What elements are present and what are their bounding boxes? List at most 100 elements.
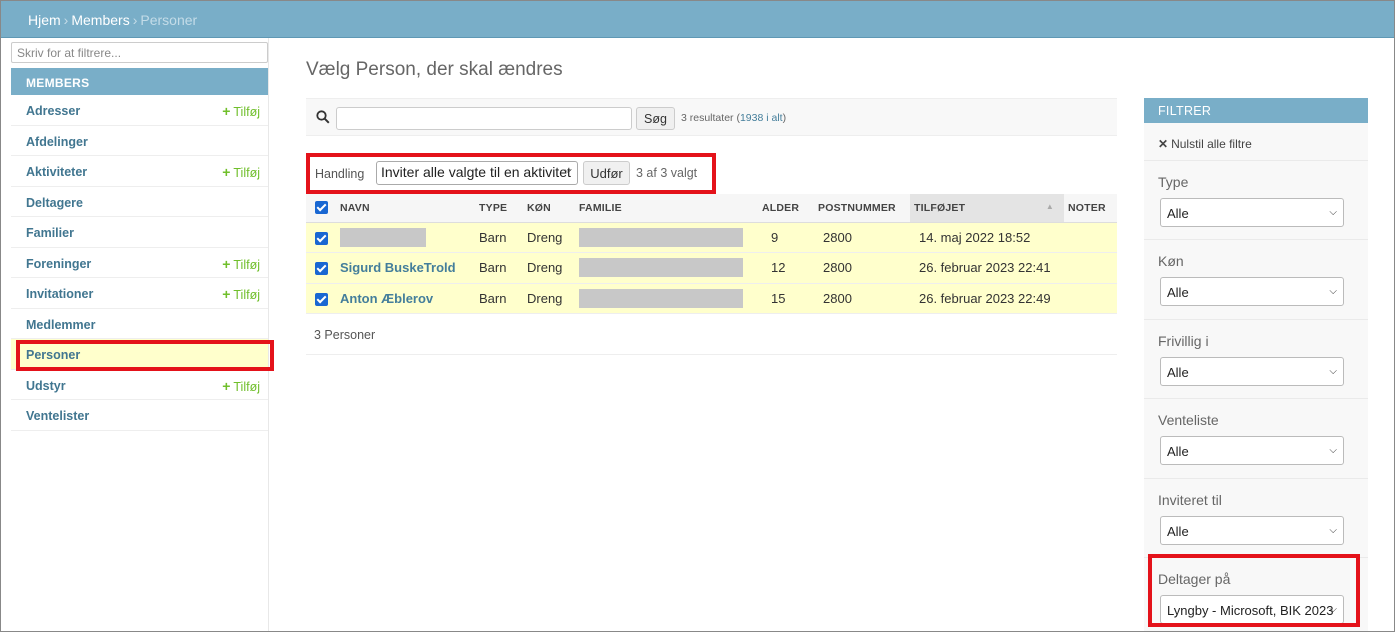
row-checkbox[interactable] [306,283,336,314]
add-link-label: Tilføj [233,288,260,302]
sidebar-item-label[interactable]: Udstyr [26,379,66,393]
cell-family [575,222,758,253]
sidebar-item-label[interactable]: Invitationer [26,287,93,301]
cell-age: 9 [758,222,814,253]
filter-select-value: Alle [1167,206,1189,221]
add-link-label: Tilføj [233,379,260,394]
filter-title: FILTRER [1144,98,1368,123]
result-count: 3 resultater (1938 i alt) [681,112,786,124]
column-header-notes[interactable]: NOTER [1064,194,1117,223]
sidebar-item-udstyr[interactable]: Udstyr + Tilføj [11,370,268,400]
page-title: Vælg Person, der skal ændres [306,59,563,80]
app-caption-members[interactable]: MEMBERS [11,68,268,95]
person-name-link[interactable]: Anton Æblerov [340,291,433,306]
redacted-family [579,227,743,247]
sort-ascending-icon[interactable]: ▲ [1046,202,1054,211]
chevron-down-icon: ⌵ [1329,445,1337,456]
cell-gender: Dreng [523,283,575,314]
clear-all-filters-label: Nulstil alle filtre [1171,137,1252,151]
close-icon: ✕ [1158,137,1169,151]
search-button[interactable]: Søg [636,107,675,130]
column-header-age[interactable]: ALDER [758,194,814,223]
cell-notes [1064,252,1117,284]
column-header-added-label: TILFØJET [914,201,966,214]
filter-group-2: Køn Alle ⌵ [1144,239,1368,318]
cell-gender: Dreng [523,252,575,284]
sidebar-item-ventelister[interactable]: Ventelister [11,400,268,431]
filter-label: Frivillig i [1158,333,1209,349]
sidebar-item-foreninger[interactable]: Foreninger + Tilføj [11,248,268,278]
sidebar-filter-input[interactable] [11,42,268,63]
sidebar-item-adresser[interactable]: Adresser + Tilføj [11,95,268,126]
highlight-box-deltager-filter [1148,554,1360,627]
column-header-added[interactable]: TILFØJET ▲ [910,194,1064,223]
search-input[interactable] [336,107,632,130]
redacted-name [340,227,426,247]
person-name-link[interactable]: Sigurd BuskeTrold [340,260,456,275]
sidebar-item-label[interactable]: Afdelinger [26,135,88,149]
filter-select[interactable]: Alle ⌵ [1160,198,1344,227]
sidebar-item-label[interactable]: Aktiviteter [26,165,87,179]
admin-window: Hjem›Members›Personer MEMBERS Adresser+T… [0,0,1395,632]
action-select[interactable]: Inviter alle valgte til en aktivitet ⌵ [376,161,578,185]
cell-added: 26. februar 2023 22:49 [910,283,1064,314]
run-action-button[interactable]: Udfør [583,161,630,185]
filter-select[interactable]: Alle ⌵ [1160,357,1344,386]
column-header-name[interactable]: NAVN [336,194,475,223]
search-icon [316,110,330,124]
filter-select-value: Alle [1167,524,1189,539]
table-header-row: NAVN TYPE KØN FAMILIE ALDER POSTNUMMER T… [306,194,1117,223]
nav-sidebar: MEMBERS Adresser +Tilføj Afdelinger Aktivit… [11,38,269,631]
add-link[interactable]: + Tilføj [222,286,260,302]
sidebar-item-familier[interactable]: Familier [11,217,268,248]
filter-select[interactable]: Alle ⌵ [1160,436,1344,465]
chevron-down-icon: ⌵ [1329,525,1337,536]
sidebar-item-aktiviteter[interactable]: Aktiviteter + Tilføj [11,156,268,187]
filter-select[interactable]: Alle ⌵ [1160,516,1344,545]
checkbox-checked-icon [315,201,328,215]
add-link[interactable]: + Tilføj [222,164,260,180]
column-header-postal[interactable]: POSTNUMMER [814,194,910,223]
chevron-down-icon: ⌵ [1329,207,1337,218]
breadcrumb: Hjem › Members › Personer [28,12,197,28]
sidebar-item-label[interactable]: Ventelister [26,409,89,423]
sidebar-item-deltagere[interactable]: Deltagere [11,187,268,217]
row-checkbox[interactable] [306,252,336,284]
add-link[interactable]: + Tilføj [222,256,260,272]
redacted-family [579,258,743,278]
paginator: 3 Personer [306,315,1117,355]
chevron-down-icon: ⌵ [564,165,572,176]
filter-panel: FILTRER ✕ Nulstil alle filtre Type Alle ⌵ Kø… [1144,98,1368,631]
cell-postal: 2800 [814,222,910,253]
breadcrumb-separator: › [132,12,138,28]
column-header-gender[interactable]: KØN [523,194,575,223]
column-header-type[interactable]: TYPE [475,194,523,223]
sidebar-item-label[interactable]: Adresser [26,104,80,118]
show-all-link[interactable]: 1938 i alt [740,112,783,124]
selected-count: 3 af 3 valgt [636,166,698,180]
clear-all-filters-link[interactable]: ✕ Nulstil alle filtre [1158,137,1252,151]
filter-group-4: Venteliste Alle ⌵ [1144,398,1368,477]
sidebar-item-label[interactable]: Familier [26,226,74,240]
breadcrumb-app-link[interactable]: Members [71,12,129,28]
sidebar-item-invitationer[interactable]: Invitationer + Tilføj [11,278,268,309]
select-all-checkbox[interactable] [306,194,336,223]
add-link[interactable]: + Tilføj [222,103,260,119]
row-checkbox[interactable] [306,222,336,253]
breadcrumb-home-link[interactable]: Hjem [28,12,61,28]
add-link[interactable]: + Tilføj [222,378,260,394]
sidebar-item-label[interactable]: Foreninger [26,257,91,271]
sidebar-item-label[interactable]: Deltagere [26,196,83,210]
add-link-label: Tilføj [233,166,260,180]
breadcrumb-current: Personer [140,12,198,28]
filter-group-5: Inviteret til Alle ⌵ [1144,478,1368,557]
sidebar-item-afdelinger[interactable]: Afdelinger [11,126,268,156]
filter-select[interactable]: Alle ⌵ [1160,277,1344,306]
header-bar: Hjem › Members › Personer [1,1,1394,38]
sidebar-item-medlemmer[interactable]: Medlemmer [11,309,268,339]
sidebar-item-label[interactable]: Medlemmer [26,318,95,332]
column-header-family[interactable]: FAMILIE [575,194,758,223]
filter-label: Type [1158,174,1189,190]
model-list: Adresser + Tilføj Afdelinger Aktiviteter + Til… [11,95,268,431]
cell-type: Barn [475,283,523,314]
